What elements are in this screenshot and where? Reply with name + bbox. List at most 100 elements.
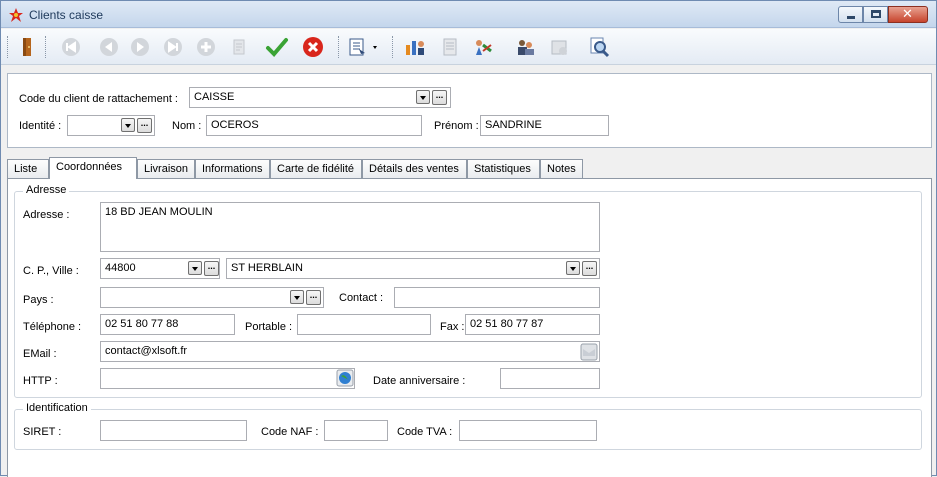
tab-notes[interactable]: Notes — [540, 159, 583, 178]
http-field[interactable] — [100, 368, 355, 389]
identity-label: Identité : — [19, 120, 62, 132]
client-code-browse-button[interactable]: ... — [432, 90, 447, 105]
exit-door-icon — [23, 38, 31, 56]
postal-code-field[interactable]: 44800 — [100, 258, 220, 279]
identification-group-title: Identification — [23, 402, 91, 414]
clients-button[interactable] — [403, 35, 427, 59]
window-title: Clients caisse — [29, 8, 104, 22]
transfer-icon — [476, 40, 492, 55]
city-dropdown[interactable] — [566, 261, 580, 275]
send-email-button[interactable] — [580, 343, 598, 361]
add-record-icon — [197, 38, 215, 56]
address-group: Adresse Adresse : 18 BD JEAN MOULIN C. P… — [14, 184, 922, 398]
toolbar-separator — [7, 36, 9, 58]
client-code-label: Code du client de rattachement : — [19, 93, 178, 105]
city-field[interactable]: ST HERBLAIN — [226, 258, 600, 279]
first-record-button[interactable] — [59, 35, 83, 59]
tab-livraison[interactable]: Livraison — [137, 159, 195, 178]
city-browse-button[interactable]: ... — [582, 261, 597, 276]
tab-informations[interactable]: Informations — [195, 159, 270, 178]
cp-city-label: C. P., Ville : — [23, 265, 79, 277]
contact-field[interactable] — [394, 287, 600, 308]
window-controls: ✕ — [838, 6, 928, 23]
tva-field[interactable] — [459, 420, 597, 441]
naf-label: Code NAF : — [261, 426, 319, 438]
last-record-button[interactable] — [161, 35, 185, 59]
globe-icon — [336, 369, 354, 387]
minimize-icon — [847, 16, 855, 19]
address-label: Adresse : — [23, 209, 70, 221]
clients-icon — [406, 41, 424, 55]
tab-coordonnees[interactable]: Coordonnées — [49, 157, 137, 179]
naf-field[interactable] — [324, 420, 388, 441]
mobile-field[interactable] — [297, 314, 431, 335]
toolbar-separator — [392, 36, 394, 58]
identification-group: Identification SIRET : Code NAF : Code T… — [14, 402, 922, 450]
toolbar-separator — [45, 36, 47, 58]
delete-record-button[interactable] — [227, 35, 251, 59]
document-icon — [443, 38, 457, 56]
maximize-button[interactable] — [863, 6, 888, 23]
print-menu-icon — [349, 38, 377, 56]
coordonnees-panel: Adresse Adresse : 18 BD JEAN MOULIN C. P… — [7, 178, 932, 477]
archive-icon — [551, 40, 567, 55]
postal-code-dropdown[interactable] — [188, 261, 202, 275]
cancel-button[interactable] — [301, 35, 325, 59]
archive-button[interactable] — [547, 35, 571, 59]
email-label: EMail : — [23, 348, 57, 360]
maximize-icon — [871, 10, 881, 18]
validate-button[interactable] — [265, 35, 289, 59]
transfer-button[interactable] — [471, 35, 495, 59]
firstname-field[interactable]: SANDRINE — [480, 115, 609, 136]
cancel-icon — [303, 37, 323, 57]
tab-liste[interactable]: Liste — [7, 159, 49, 178]
document-button[interactable] — [438, 35, 462, 59]
name-field[interactable]: OCEROS — [206, 115, 422, 136]
country-label: Pays : — [23, 294, 54, 306]
minimize-button[interactable] — [838, 6, 863, 23]
previous-record-button[interactable] — [97, 35, 121, 59]
next-record-button[interactable] — [128, 35, 152, 59]
firstname-label: Prénom : — [434, 120, 479, 132]
title-bar[interactable]: Clients caisse ✕ — [1, 1, 936, 28]
search-icon — [590, 37, 610, 58]
postal-code-browse-button[interactable]: ... — [204, 261, 219, 276]
country-dropdown[interactable] — [290, 290, 304, 304]
close-icon: ✕ — [902, 6, 913, 21]
email-field[interactable]: contact@xlsoft.fr — [100, 341, 600, 362]
phone-field[interactable]: 02 51 80 77 88 — [100, 314, 235, 335]
fax-field[interactable]: 02 51 80 77 87 — [465, 314, 600, 335]
client-header-panel: Code du client de rattachement : CAISSE … — [7, 73, 932, 148]
exit-button[interactable] — [15, 35, 39, 59]
siret-label: SIRET : — [23, 426, 62, 438]
tva-label: Code TVA : — [397, 426, 453, 438]
first-record-icon — [62, 38, 80, 56]
delete-record-icon — [233, 39, 245, 55]
last-record-icon — [164, 38, 182, 56]
address-field[interactable]: 18 BD JEAN MOULIN — [100, 202, 600, 252]
siret-field[interactable] — [100, 420, 247, 441]
close-button[interactable]: ✕ — [888, 6, 928, 23]
identity-browse-button[interactable]: ... — [137, 118, 152, 133]
fax-label: Fax : — [440, 321, 465, 333]
search-button[interactable] — [587, 35, 611, 59]
contacts-button[interactable] — [513, 35, 537, 59]
print-menu-button[interactable] — [347, 35, 381, 59]
tab-details-ventes[interactable]: Détails des ventes — [362, 159, 467, 178]
add-record-button[interactable] — [194, 35, 218, 59]
identity-dropdown[interactable] — [121, 118, 135, 132]
email-icon — [580, 343, 598, 361]
phone-label: Téléphone : — [23, 321, 82, 333]
http-label: HTTP : — [23, 375, 58, 387]
app-logo-icon — [9, 8, 23, 22]
tab-statistiques[interactable]: Statistiques — [467, 159, 540, 178]
toolbar — [1, 29, 936, 65]
open-website-button[interactable] — [336, 369, 354, 387]
country-browse-button[interactable]: ... — [306, 290, 321, 305]
address-group-title: Adresse — [23, 184, 70, 196]
client-code-dropdown[interactable] — [416, 90, 430, 104]
birthday-field[interactable] — [500, 368, 600, 389]
validate-icon — [266, 38, 288, 57]
client-code-field[interactable]: CAISSE — [189, 87, 451, 108]
tab-carte-fidelite[interactable]: Carte de fidélité — [270, 159, 362, 178]
